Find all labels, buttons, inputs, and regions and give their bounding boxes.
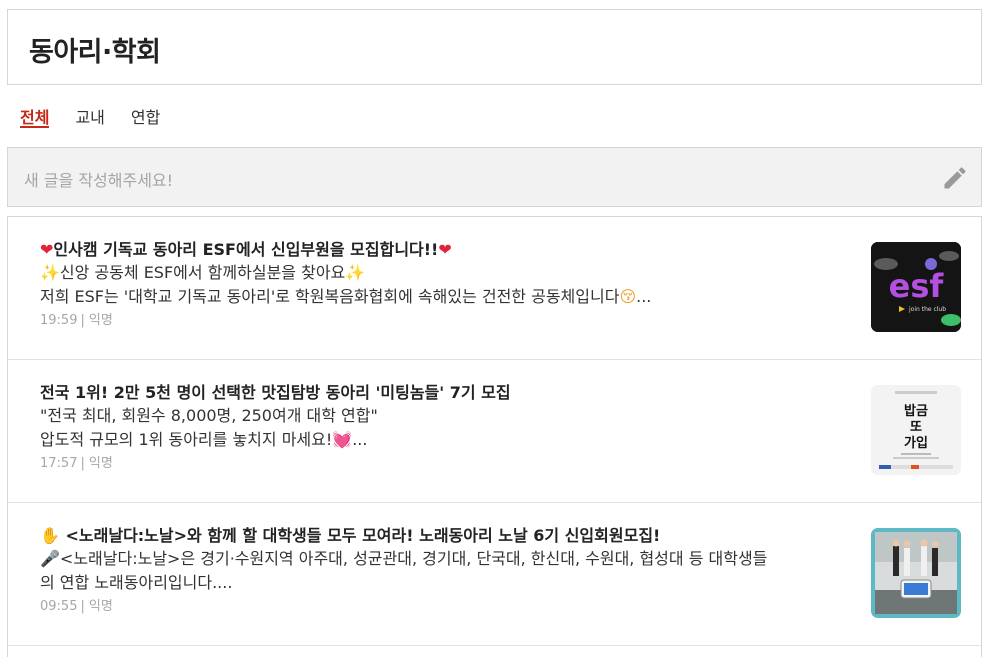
post-title-text: 인사캠 기독교 동아리 ESF에서 신입부원을 모집합니다!! [53, 240, 439, 259]
post-time: 17:57 [40, 456, 78, 471]
post-preview-line: 의 연합 노래동아리입니다.... [40, 573, 233, 592]
post-meta: 17:57 | 익명 [40, 456, 113, 471]
list-item-partial [8, 646, 981, 657]
heart-pulse-icon: 💓 [332, 430, 353, 449]
post-preview-text: 저희 ESF는 '대학교 기독교 동아리'로 학원복음화협회에 속해있는 건전한… [40, 287, 620, 306]
post-thumbnail[interactable] [871, 528, 961, 618]
board-tabs: 전체 교내 연합 [20, 104, 160, 128]
post-preview-text: <노래날다:노날>은 경기·수원지역 아주대, 성균관대, 경기대, 단국대, … [59, 549, 768, 568]
heart-icon: ❤ [438, 240, 452, 259]
post-title-text: <노래날다:노날>와 함께 할 대학생들 모두 모여라! 노래동아리 노날 6기… [65, 526, 661, 545]
post-preview-line: 🎤<노래날다:노날>은 경기·수원지역 아주대, 성균관대, 경기대, 단국대,… [40, 547, 850, 571]
post-author: 익명 [88, 313, 113, 328]
list-item[interactable]: 전국 1위! 2만 5천 명이 선택한 맛집탐방 동아리 '미팅놈들' 7기 모… [8, 360, 981, 503]
post-preview-text: 신앙 공동체 ESF에서 함께하실분을 찾아요 [59, 263, 346, 282]
post-thumbnail[interactable]: 밥금 또 가입 [871, 385, 961, 475]
post-preview-line: 압도적 규모의 1위 동아리를 놓치지 마세요!💓... [40, 428, 850, 452]
tab-union[interactable]: 연합 [131, 104, 160, 128]
kissing-face-icon: 😚 [619, 287, 637, 306]
board-header: 동아리·학회 [7, 9, 982, 85]
post-thumbnail[interactable]: esf join the club [871, 242, 961, 332]
tab-campus[interactable]: 교내 [75, 104, 104, 128]
raised-hand-icon: ✋ [40, 526, 60, 545]
post-title[interactable]: ✋ <노래날다:노날>와 함께 할 대학생들 모두 모여라! 노래동아리 노날 … [40, 525, 850, 547]
post-text: 전국 1위! 2만 5천 명이 선택한 맛집탐방 동아리 '미팅놈들' 7기 모… [40, 382, 850, 474]
tab-all[interactable]: 전체 [20, 104, 50, 128]
ellipsis: ... [352, 430, 368, 449]
pencil-icon[interactable] [941, 164, 969, 192]
sparkles-icon: ✨ [345, 263, 366, 282]
sparkles-icon: ✨ [40, 263, 60, 282]
post-text: ❤인사캠 기독교 동아리 ESF에서 신입부원을 모집합니다!!❤ ✨신앙 공동… [40, 239, 850, 331]
post-meta: 09:55 | 익명 [40, 599, 113, 614]
thumb-text-3: 가입 [904, 436, 928, 451]
post-time: 09:55 [40, 599, 78, 614]
post-list: ❤인사캠 기독교 동아리 ESF에서 신입부원을 모집합니다!!❤ ✨신앙 공동… [7, 216, 982, 657]
meeting-thumbnail-image: 밥금 또 가입 [871, 385, 961, 475]
list-item[interactable]: ✋ <노래날다:노날>와 함께 할 대학생들 모두 모여라! 노래동아리 노날 … [8, 503, 981, 646]
post-author: 익명 [88, 456, 113, 471]
thumb-text-1: 밥금 [904, 403, 928, 419]
ellipsis: ... [636, 287, 652, 306]
post-title[interactable]: ❤인사캠 기독교 동아리 ESF에서 신입부원을 모집합니다!!❤ [40, 239, 850, 261]
board-title: 동아리·학회 [29, 37, 161, 68]
thumb-text-2: 또 [910, 420, 922, 435]
post-meta: 19:59 | 익명 [40, 313, 113, 328]
heart-icon: ❤ [40, 240, 54, 259]
post-time: 19:59 [40, 313, 78, 328]
post-preview-line: 저희 ESF는 '대학교 기독교 동아리'로 학원복음화협회에 속해있는 건전한… [40, 285, 850, 309]
list-item[interactable]: ❤인사캠 기독교 동아리 ESF에서 신입부원을 모집합니다!!❤ ✨신앙 공동… [8, 217, 981, 360]
thumb-caption: join the club [908, 306, 946, 313]
thumb-logo-text: esf [889, 267, 945, 305]
post-preview-line: "전국 최대, 회원수 8,000명, 250여개 대학 연합" [40, 406, 378, 425]
esf-thumbnail-image: esf join the club [871, 242, 961, 332]
post-preview-text: 압도적 규모의 1위 동아리를 놓치지 마세요! [40, 430, 333, 449]
post-author: 익명 [88, 599, 113, 614]
post-preview-line: ✨신앙 공동체 ESF에서 함께하실분을 찾아요✨ [40, 261, 850, 285]
write-post-box[interactable]: 새 글을 작성해주세요! [7, 147, 982, 207]
post-text: ✋ <노래날다:노날>와 함께 할 대학생들 모두 모여라! 노래동아리 노날 … [40, 525, 850, 617]
post-title[interactable]: 전국 1위! 2만 5천 명이 선택한 맛집탐방 동아리 '미팅놈들' 7기 모… [40, 382, 850, 404]
write-placeholder: 새 글을 작성해주세요! [24, 171, 174, 190]
singing-club-thumbnail-image [871, 528, 961, 618]
microphone-icon: 🎤 [40, 549, 60, 568]
